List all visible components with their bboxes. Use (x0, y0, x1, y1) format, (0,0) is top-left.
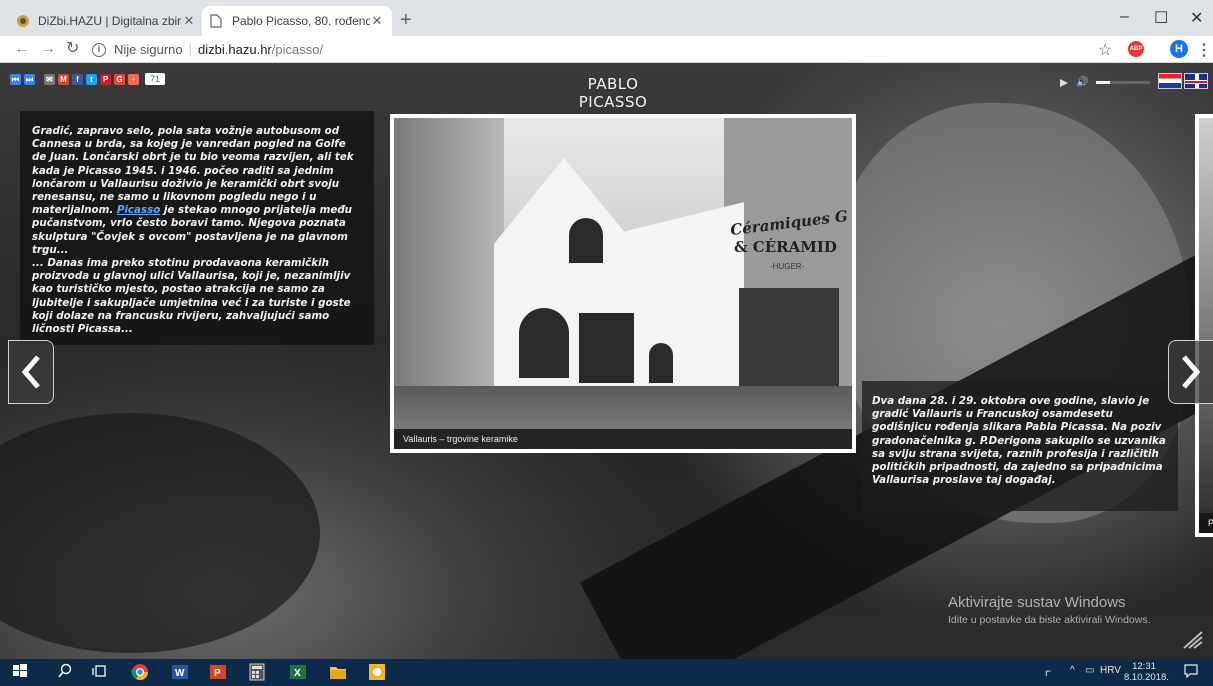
email-icon[interactable]: ✉ (44, 73, 55, 85)
page-favicon-icon (210, 14, 224, 28)
twitter-icon[interactable]: t (86, 73, 97, 85)
watermark-title: Aktivirajte sustav Windows (948, 594, 1126, 611)
volume-slider[interactable] (1096, 81, 1151, 84)
clock-time: 12:31 (1132, 661, 1156, 672)
svg-text:P: P (214, 668, 221, 679)
door (649, 343, 673, 383)
next-photo-caption: P (1199, 513, 1213, 533)
language-switcher (1158, 73, 1208, 89)
close-tab-icon[interactable]: ✕ (370, 13, 384, 29)
browser-toolbar: ← → ↻ i Nije sigurno | dizbi.hazu.hr /pi… (0, 36, 1213, 63)
shop-sign: & CÉRAMID (734, 238, 837, 256)
photo-caption: Vallauris – trgovine keramike (394, 429, 852, 449)
arched-window (519, 308, 569, 378)
chevron-left-icon (21, 355, 40, 389)
share-count: 71 (145, 73, 166, 85)
url-path: /picasso/ (271, 42, 324, 57)
next-slide-photo[interactable]: P (1195, 114, 1213, 537)
left-text-panel: Gradić, zapravo selo, pola sata vožnje a… (20, 111, 374, 345)
security-label: Nije sigurno (114, 42, 183, 57)
forward-arrow-icon[interactable]: → (40, 40, 56, 58)
shop-front (739, 288, 839, 388)
language-indicator[interactable]: HRV (1100, 665, 1121, 676)
people-icon[interactable]: ꭈ (1045, 665, 1051, 679)
action-center-icon[interactable] (1184, 664, 1198, 681)
arched-window (569, 218, 603, 263)
clock-date: 8.10.2018. (1124, 672, 1169, 683)
shop-sign-small: -HUGER- (770, 262, 805, 271)
slideshow-page: ⏮ ⏭ ✉ M f t P G + 71 PABLO PICASSO 🔊 Gra… (0, 63, 1213, 659)
adblock-plus-icon[interactable]: ABP (1128, 41, 1144, 57)
address-separator: | (188, 42, 193, 57)
file-explorer-icon[interactable] (329, 663, 347, 681)
app-icon[interactable] (368, 663, 386, 681)
tab-title: Pablo Picasso, 80. rođendan, Vall (232, 14, 370, 28)
profile-avatar[interactable]: H (1170, 40, 1188, 58)
vallauris-photo: Céramiques G & CÉRAMID -HUGER- Vallauris… (394, 118, 852, 449)
resize-grip-icon[interactable] (1180, 628, 1206, 655)
google-plus-icon[interactable]: G (114, 73, 125, 85)
windows-start-icon[interactable] (12, 663, 30, 681)
url-domain: dizbi.hazu.hr (198, 42, 272, 57)
task-view-icon[interactable] (92, 663, 110, 681)
building-left (394, 118, 504, 418)
info-icon[interactable]: i (92, 42, 106, 57)
last-slide-icon[interactable]: ⏭ (24, 73, 35, 85)
picasso-link[interactable]: Picasso (117, 204, 160, 216)
gmail-icon[interactable]: M (58, 73, 69, 85)
menu-kebab-icon[interactable]: ⋮ (1196, 40, 1212, 60)
shop-window (579, 313, 634, 383)
audio-player: 🔊 (1060, 77, 1151, 88)
maximize-button[interactable]: ☐ (1154, 8, 1168, 28)
network-icon[interactable]: ▭ (1085, 665, 1094, 676)
next-slide-button[interactable] (1168, 340, 1213, 404)
system-clock[interactable]: 12:31 8.10.2018. (1124, 661, 1169, 683)
calculator-icon[interactable] (249, 663, 267, 681)
previous-slide-button[interactable] (8, 340, 54, 404)
left-text-part3: ... Danas ima preko stotinu prodavaona k… (32, 257, 351, 336)
background-shadow (0, 413, 320, 653)
windows-taskbar: W P X ꭈ ^ ▭ HRV 12:31 8.10.2018. (0, 659, 1213, 686)
tray-chevron-up-icon[interactable]: ^ (1070, 665, 1075, 676)
tab-strip: DiZbi.HAZU | Digitalna zbirka Hrv ✕ Pabl… (0, 0, 1213, 36)
dizbi-favicon-icon (16, 14, 30, 28)
page-title: PABLO PICASSO (551, 75, 675, 115)
english-flag-icon[interactable] (1184, 73, 1208, 89)
minimize-button[interactable]: – (1120, 8, 1129, 26)
reload-icon[interactable]: ↻ (66, 40, 79, 58)
tab-picasso[interactable]: Pablo Picasso, 80. rođendan, Vall ✕ (202, 6, 392, 36)
word-icon[interactable]: W (171, 663, 189, 681)
powerpoint-icon[interactable]: P (209, 663, 227, 681)
search-icon[interactable] (57, 663, 75, 681)
bookmark-star-icon[interactable]: ☆ (1098, 40, 1112, 60)
croatian-flag-icon[interactable] (1158, 73, 1182, 89)
new-tab-button[interactable]: + (400, 10, 412, 30)
first-slide-icon[interactable]: ⏮ (10, 73, 21, 85)
addthis-plus-icon[interactable]: + (128, 73, 139, 85)
facebook-icon[interactable]: f (72, 73, 83, 85)
close-tab-icon[interactable]: ✕ (182, 13, 196, 29)
top-bar: ⏮ ⏭ ✉ M f t P G + 71 PABLO PICASSO 🔊 (0, 63, 1213, 115)
right-text-panel: Dva dana 28. i 29. oktobra ove godine, s… (862, 381, 1178, 511)
share-toolbar: ⏮ ⏭ ✉ M f t P G + 71 (10, 73, 166, 85)
volume-icon[interactable]: 🔊 (1076, 77, 1088, 88)
current-slide-photo[interactable]: Céramiques G & CÉRAMID -HUGER- Vallauris… (390, 114, 856, 453)
close-window-button[interactable]: ✕ (1190, 8, 1203, 28)
chrome-icon[interactable] (131, 663, 149, 681)
watermark-subtitle: Idite u postavke da biste aktivirali Win… (948, 614, 1151, 626)
volume-level (1096, 81, 1110, 84)
svg-text:W: W (175, 668, 185, 679)
pinterest-icon[interactable]: P (100, 73, 111, 85)
back-arrow-icon[interactable]: ← (14, 40, 30, 58)
chevron-right-icon (1182, 355, 1201, 389)
excel-icon[interactable]: X (289, 663, 307, 681)
address-bar[interactable]: i Nije sigurno | dizbi.hazu.hr /picasso/ (92, 39, 1112, 60)
tab-title: DiZbi.HAZU | Digitalna zbirka Hrv (38, 14, 182, 28)
play-icon[interactable] (1060, 78, 1068, 87)
next-photo: P (1199, 118, 1213, 533)
tab-dizbi[interactable]: DiZbi.HAZU | Digitalna zbirka Hrv ✕ (8, 6, 204, 36)
svg-text:X: X (294, 668, 301, 679)
windows-activation-watermark: Aktivirajte sustav Windows Idite u posta… (948, 594, 1151, 626)
left-text-part1: Gradić, zapravo selo, pola sata vožnje a… (32, 125, 354, 217)
